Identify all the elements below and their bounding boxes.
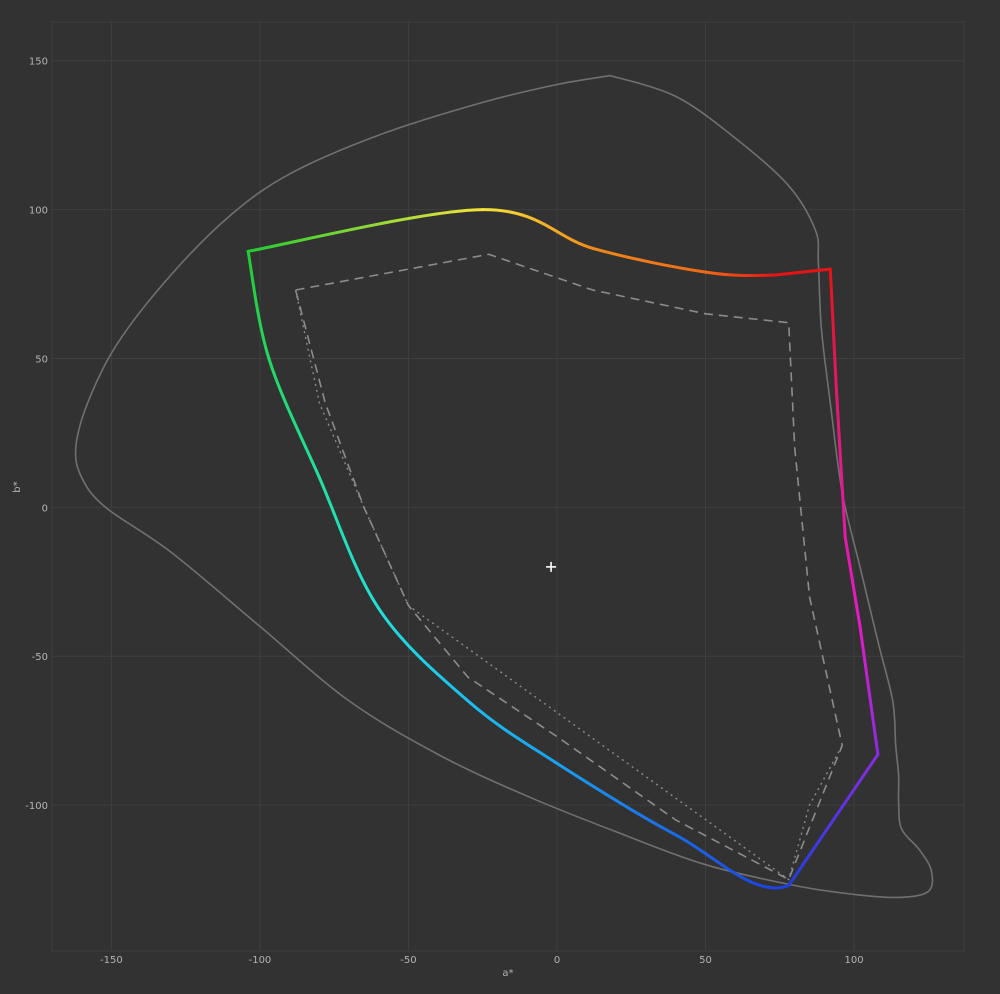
y-tick-label: 0 xyxy=(42,503,48,514)
plot-background xyxy=(0,0,1000,994)
x-axis-label: a* xyxy=(502,968,513,979)
gamut-chart: -150 -100 -50 0 50 100 150 100 50 0 -50 -100 a* b* xyxy=(0,0,1000,994)
y-tick-label: 150 xyxy=(29,57,48,68)
y-axis-label: b* xyxy=(12,481,23,492)
x-tick-label: 50 xyxy=(699,955,712,966)
x-tick-label: -100 xyxy=(249,955,272,966)
x-tick-label: 0 xyxy=(554,955,560,966)
y-tick-label: 100 xyxy=(29,206,48,217)
y-tick-label: -100 xyxy=(25,801,48,812)
x-tick-label: 100 xyxy=(845,955,864,966)
y-tick-label: -50 xyxy=(32,652,48,663)
y-tick-label: 50 xyxy=(35,354,48,365)
x-tick-label: -150 xyxy=(100,955,123,966)
x-tick-label: -50 xyxy=(400,955,416,966)
